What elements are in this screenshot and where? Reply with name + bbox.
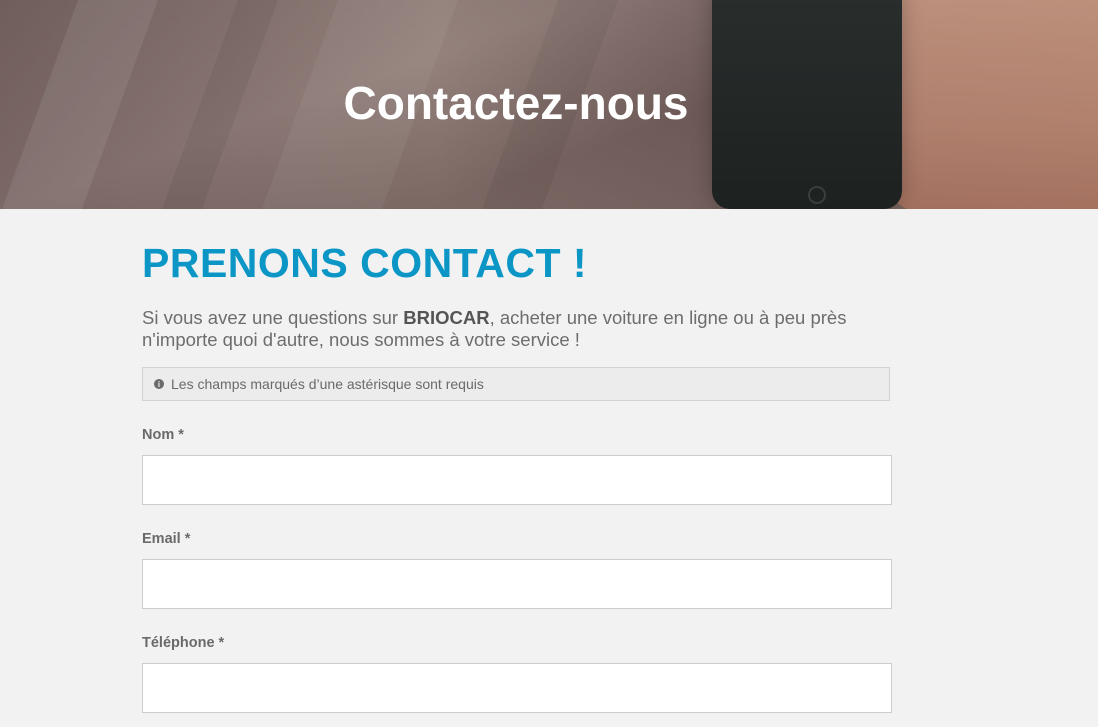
info-icon: i — [154, 379, 164, 389]
intro-text-start: Si vous avez une questions sur — [142, 307, 404, 328]
brand-name: BRIOCAR — [403, 307, 490, 328]
email-input[interactable] — [142, 559, 892, 609]
required-fields-notice: i Les champs marqués d’une astérisque so… — [142, 367, 890, 401]
hero-phone-button — [808, 186, 826, 204]
contact-form: Nom * Email * Téléphone * — [142, 427, 892, 713]
form-field-name: Nom * — [142, 427, 892, 505]
name-label: Nom * — [142, 427, 184, 443]
notice-text: Les champs marqués d’une astérisque sont… — [171, 376, 484, 392]
hero-banner: Contactez-nous — [0, 0, 1098, 209]
form-field-email: Email * — [142, 531, 892, 609]
phone-label: Téléphone * — [142, 635, 225, 651]
contact-section: PRENONS CONTACT ! Si vous avez une quest… — [142, 209, 892, 713]
email-label: Email * — [142, 531, 191, 547]
name-input[interactable] — [142, 455, 892, 505]
phone-input[interactable] — [142, 663, 892, 713]
page-title: Contactez-nous — [343, 77, 689, 129]
form-field-phone: Téléphone * — [142, 635, 892, 713]
section-title: PRENONS CONTACT ! — [142, 240, 588, 286]
intro-text: Si vous avez une questions sur BRIOCAR, … — [142, 307, 862, 351]
